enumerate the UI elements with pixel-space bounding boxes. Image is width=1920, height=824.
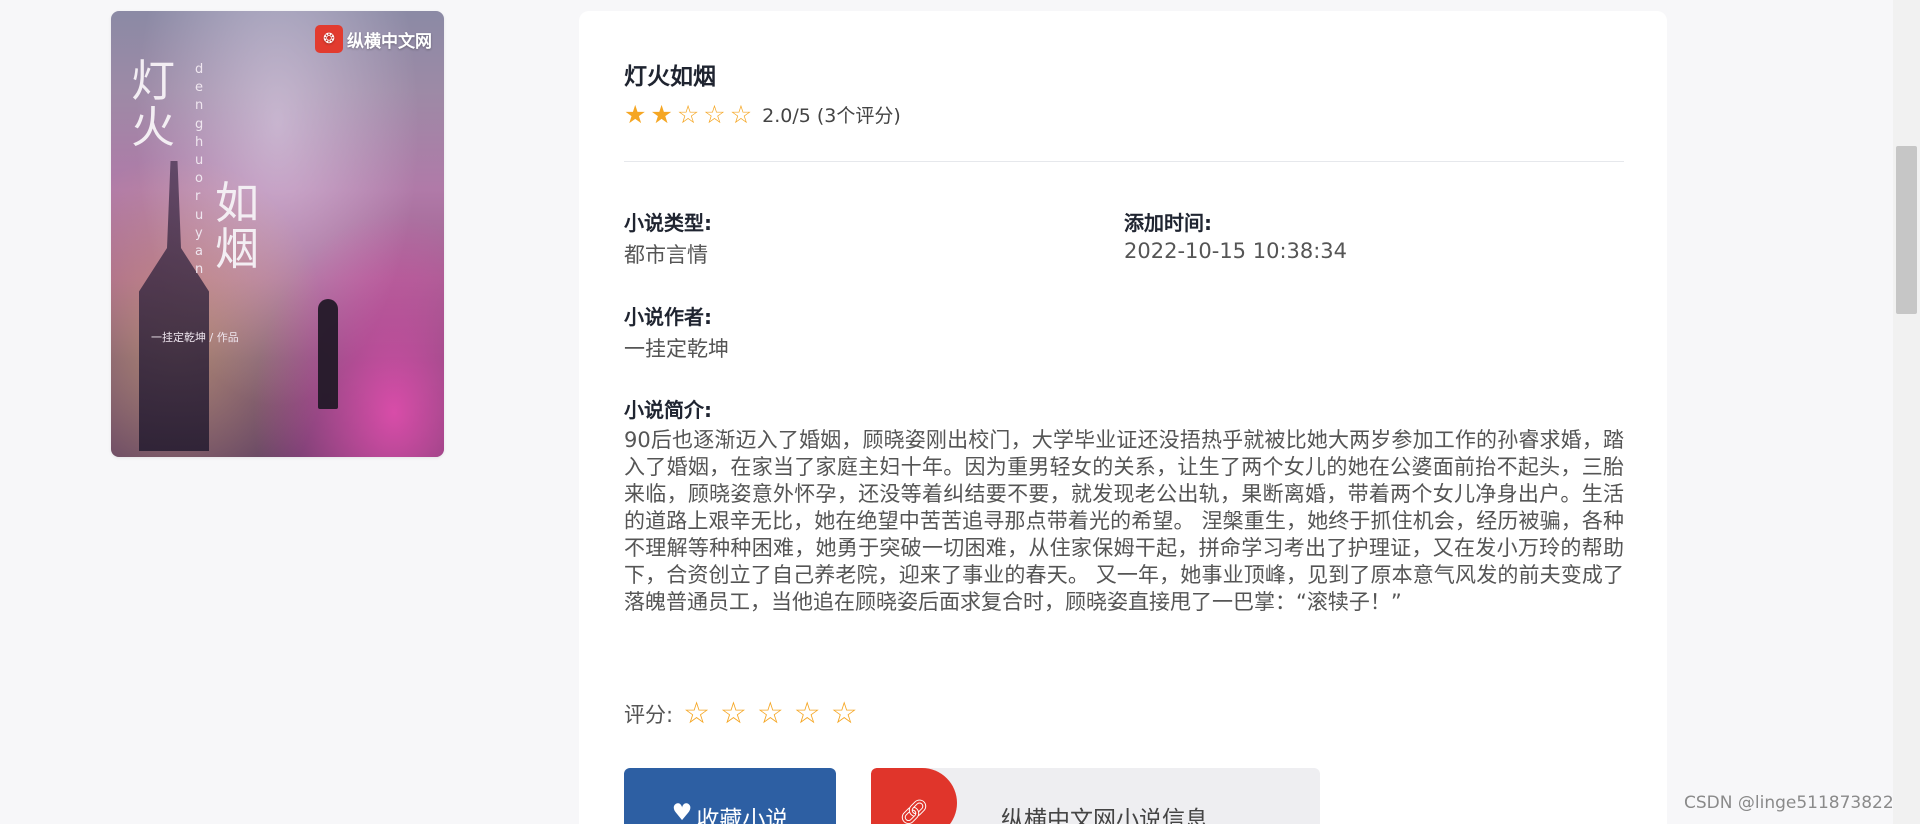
book-detail-card: 灯火如烟 ★ ★ ☆ ☆ ☆ 2.0/5 (3个评分) 小说类型: 都市言情 添…: [579, 11, 1667, 824]
deer-icon: ❂: [315, 25, 343, 53]
star-empty-icon: ☆: [676, 100, 700, 129]
type-label: 小说类型:: [624, 211, 712, 235]
added-time-label: 添加时间:: [1124, 211, 1212, 235]
star-icon[interactable]: ☆: [720, 699, 747, 729]
star-empty-icon: ☆: [703, 100, 726, 129]
rating-text: 2.0/5 (3个评分): [762, 105, 901, 127]
cover-logo-text: 纵横中文网: [347, 31, 432, 52]
star-icon[interactable]: ☆: [831, 699, 858, 729]
source-info-label: 纵横中文网小说信息: [1001, 807, 1208, 824]
scrollbar-track[interactable]: [1893, 0, 1920, 824]
divider: [624, 161, 1624, 162]
star-filled-icon: ★: [650, 100, 673, 129]
rating-summary: ★ ★ ☆ ☆ ☆ 2.0/5 (3个评分): [624, 101, 901, 128]
author-value: 一挂定乾坤: [624, 337, 729, 361]
heart-icon: ♥: [671, 800, 693, 824]
star-empty-icon: ☆: [729, 100, 753, 129]
type-value: 都市言情: [624, 243, 708, 267]
intro-text: 90后也逐渐迈入了婚姻，顾晓姿刚出校门，大学毕业证还没捂热乎就被比她大两岁参加工…: [624, 428, 1624, 614]
star-icon[interactable]: ☆: [683, 699, 710, 729]
favorite-button-label: 收藏小说: [696, 807, 789, 824]
link-icon: 🔗︎: [871, 768, 957, 824]
source-info-button[interactable]: 🔗︎ 纵横中文网小说信息: [871, 768, 1320, 824]
user-score: 评分: ☆ ☆ ☆ ☆ ☆: [624, 699, 858, 729]
scrollbar-thumb[interactable]: [1896, 146, 1917, 314]
book-title: 灯火如烟: [624, 64, 716, 90]
watermark: CSDN @linge511873822: [1684, 793, 1894, 813]
book-cover: ❂ 纵横中文网 灯 火 如 烟 denghuoruyan 一挂定乾坤 / 作品: [111, 11, 444, 457]
cover-title-part-2: 如 烟: [215, 178, 259, 276]
favorite-button[interactable]: ♥ 收藏小说: [624, 768, 836, 824]
author-label: 小说作者:: [624, 305, 712, 329]
page: ❂ 纵横中文网 灯 火 如 烟 denghuoruyan 一挂定乾坤 / 作品 …: [0, 0, 1920, 824]
star-filled-icon: ★: [624, 100, 647, 129]
cover-author: 一挂定乾坤 / 作品: [151, 331, 239, 344]
cover-logo: ❂ 纵横中文网: [315, 25, 432, 53]
cover-figure: [318, 299, 338, 409]
star-icon[interactable]: ☆: [757, 699, 784, 729]
star-icon[interactable]: ☆: [794, 699, 821, 729]
score-label: 评分:: [624, 703, 674, 727]
cover-pinyin: denghuoruyan: [195, 62, 210, 278]
cover-title-part-1: 灯 火: [131, 56, 175, 154]
score-stars: ☆ ☆ ☆ ☆ ☆: [683, 699, 858, 729]
intro-label: 小说简介:: [624, 398, 712, 422]
added-time-value: 2022-10-15 10:38:34: [1124, 239, 1348, 263]
